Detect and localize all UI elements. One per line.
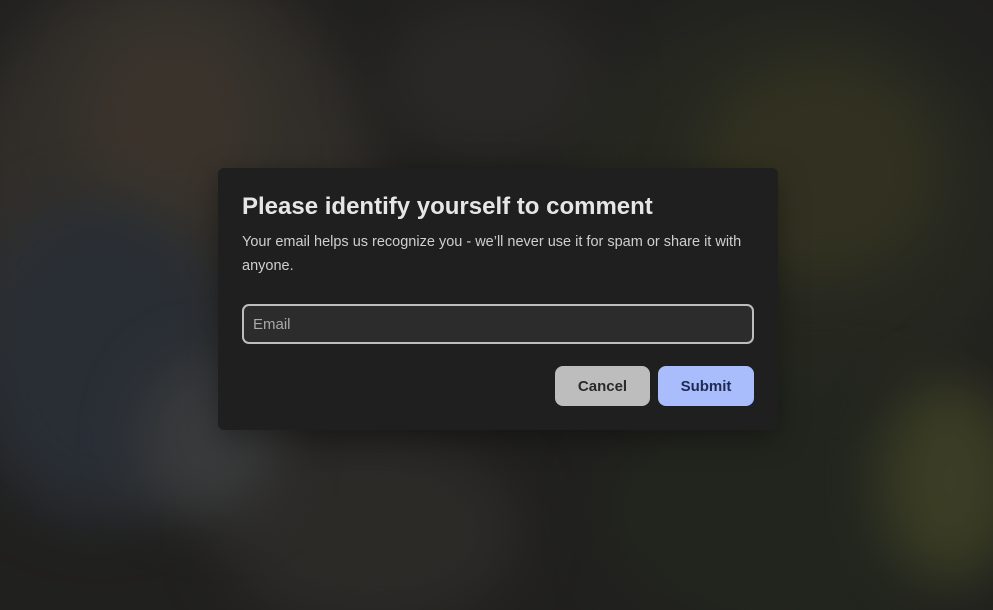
cancel-button[interactable]: Cancel <box>555 366 650 406</box>
email-field[interactable] <box>242 304 754 344</box>
identify-dialog: Please identify yourself to comment Your… <box>218 168 778 430</box>
dialog-title: Please identify yourself to comment <box>242 193 653 220</box>
dialog-description: Your email helps us recognize you - we’l… <box>242 234 742 274</box>
dialog-actions: Cancel Submit <box>555 366 754 406</box>
submit-button[interactable]: Submit <box>658 366 754 406</box>
